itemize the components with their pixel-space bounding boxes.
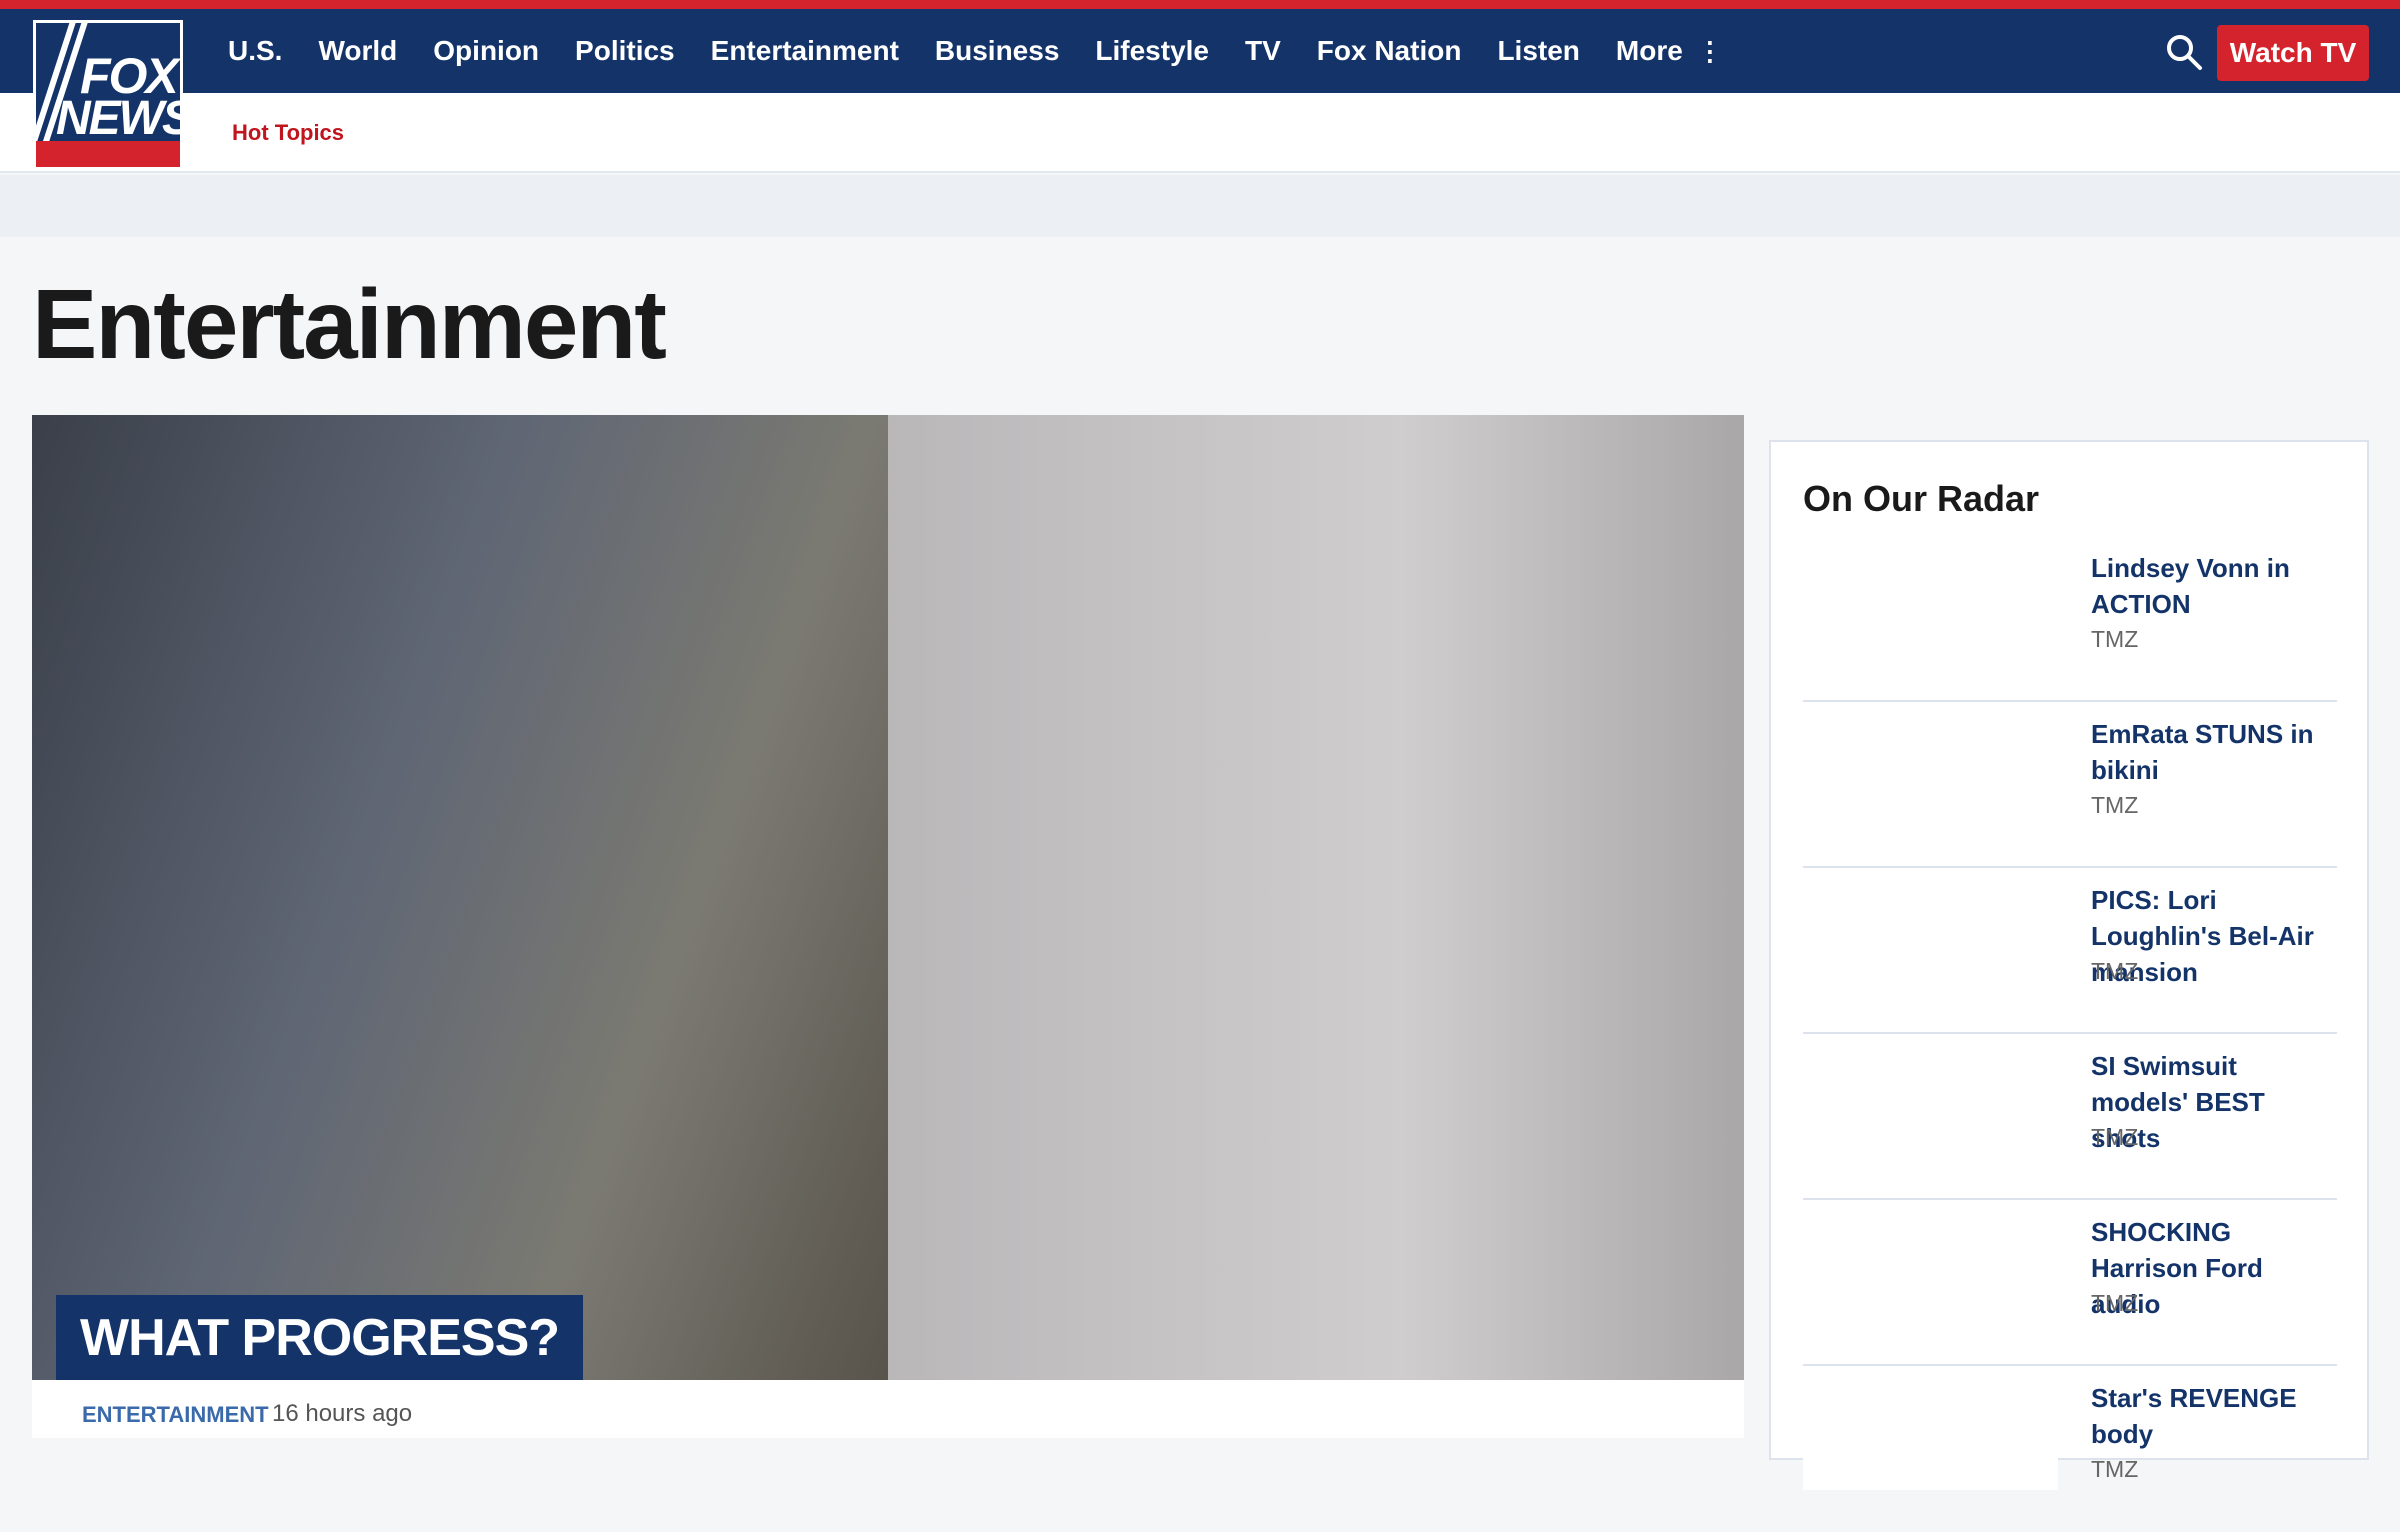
nav-item-entertainment[interactable]: Entertainment [711,35,899,67]
radar-thumbnail [1803,1380,2058,1490]
ad-band [0,175,2400,237]
radar-item[interactable]: Star's REVENGE body TMZ [1803,1366,2337,1532]
radar-source: TMZ [2091,626,2139,652]
radar-item[interactable]: PICS: Lori Loughlin's Bel-Air mansion TM… [1803,868,2337,1034]
radar-thumbnail [1803,550,2058,660]
primary-nav: U.S. World Opinion Politics Entertainmen… [228,9,1759,93]
page-title: Entertainment [32,269,667,379]
sub-nav-bar [0,93,2400,173]
nav-item-lifestyle[interactable]: Lifestyle [1095,35,1209,67]
radar-source: TMZ [2091,792,2139,818]
hero-photo-right [888,415,1744,1380]
radar-item[interactable]: EmRata STUNS in bikini TMZ [1803,702,2337,868]
radar-title: On Our Radar [1803,478,2040,519]
radar-thumbnail [1803,1214,2058,1324]
radar-item[interactable]: SHOCKING Harrison Ford audio TMZ [1803,1200,2337,1366]
radar-thumbnail [1803,882,2058,992]
nav-item-tv[interactable]: TV [1245,35,1281,67]
nav-item-us[interactable]: U.S. [228,35,282,67]
hero-photo-left [32,415,888,1380]
hot-topics-link[interactable]: Hot Topics [232,120,344,146]
top-accent-bar [0,0,2400,9]
radar-source: TMZ [2091,1456,2139,1482]
nav-item-listen[interactable]: Listen [1497,35,1579,67]
nav-item-business[interactable]: Business [935,35,1060,67]
hero-image[interactable]: WHAT PROGRESS? [32,415,1744,1380]
nav-more-label: More [1615,35,1683,66]
radar-item[interactable]: SI Swimsuit models' BEST shots TMZ [1803,1034,2337,1200]
fox-news-logo[interactable]: FOX NEWS [33,20,183,170]
nav-item-fox-nation[interactable]: Fox Nation [1317,35,1462,67]
logo-text-news: NEWS [56,92,183,145]
radar-source: TMZ [2091,1290,2139,1316]
radar-thumbnail [1803,716,2058,826]
on-our-radar-panel: On Our Radar Lindsey Vonn in ACTION TMZ … [1769,440,2369,1490]
nav-item-more[interactable]: More ⋮ [1616,35,1723,67]
radar-headline[interactable]: EmRata STUNS in bikini [2091,716,2337,788]
watch-tv-button[interactable]: Watch TV [2217,25,2369,81]
vertical-dots-icon: ⋮ [1696,36,1723,66]
hero-caption: WHAT PROGRESS? [56,1295,584,1380]
hero-category-link[interactable]: ENTERTAINMENT [82,1402,269,1428]
radar-item[interactable]: Lindsey Vonn in ACTION TMZ [1803,536,2337,702]
radar-headline[interactable]: Lindsey Vonn in ACTION [2091,550,2337,622]
hero-meta: ENTERTAINMENT 16 hours ago [32,1380,1744,1438]
radar-source: TMZ [2091,1124,2139,1150]
nav-item-politics[interactable]: Politics [575,35,675,67]
radar-thumbnail [1803,1048,2058,1158]
radar-source: TMZ [2091,958,2139,984]
hero-timestamp: 16 hours ago [272,1400,413,1427]
search-icon[interactable] [2164,32,2204,72]
nav-item-opinion[interactable]: Opinion [433,35,539,67]
nav-item-world[interactable]: World [318,35,397,67]
logo-red-stripe [36,141,180,167]
radar-headline[interactable]: Star's REVENGE body [2091,1380,2337,1452]
